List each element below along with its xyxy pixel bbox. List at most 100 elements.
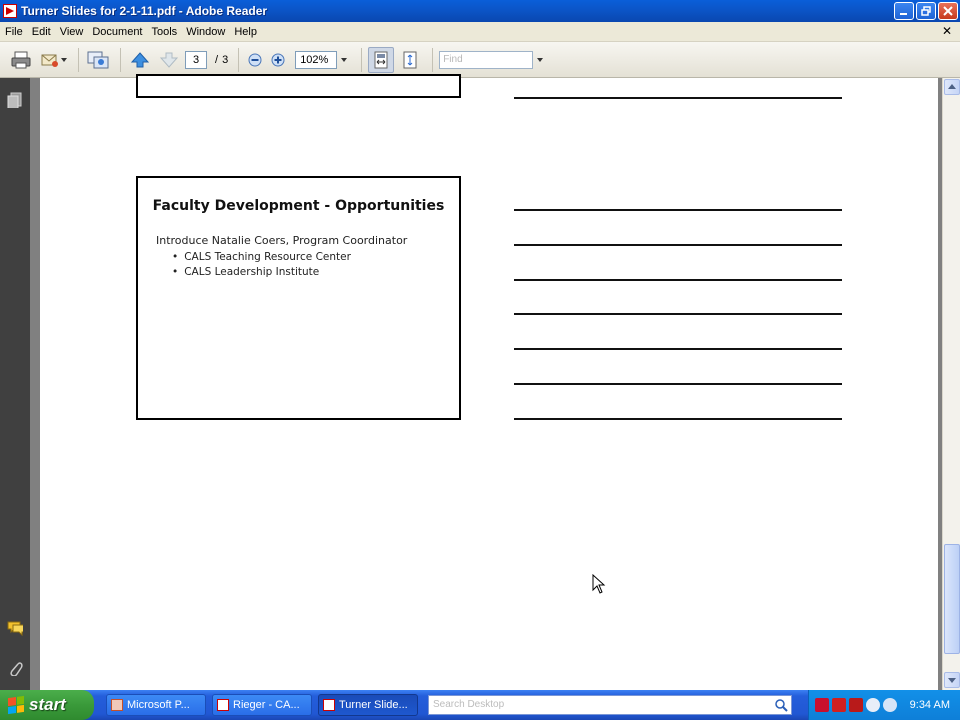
menu-tools[interactable]: Tools	[149, 26, 184, 38]
document-close-icon[interactable]: ✕	[942, 24, 952, 38]
paperclip-icon[interactable]	[7, 660, 23, 676]
note-line	[514, 418, 842, 420]
taskbar-item-label: Rieger - CA...	[233, 699, 300, 711]
slide-bullet: CALS Teaching Resource Center	[172, 251, 459, 263]
fit-width-icon	[374, 51, 388, 68]
adobe-tray-icon[interactable]	[815, 698, 829, 712]
note-line	[514, 313, 842, 315]
menu-bar: File Edit View Document Tools Window Hel…	[0, 22, 960, 42]
zoom-out-button[interactable]	[245, 47, 265, 73]
toolbar: 3 / 3 102% Find	[0, 42, 960, 78]
zoom-out-icon	[248, 53, 262, 66]
toolbar-separator	[361, 47, 363, 72]
taskbar-item-powerpoint[interactable]: Microsoft P...	[106, 694, 206, 716]
slide-title: Faculty Development - Opportunities	[152, 198, 445, 214]
toolbar-separator	[238, 47, 240, 72]
toolbar-separator	[120, 47, 121, 72]
taskbar-item-label: Microsoft P...	[127, 699, 190, 711]
zoom-in-icon	[271, 53, 285, 66]
note-line	[514, 244, 842, 246]
fit-width-button[interactable]	[368, 46, 395, 73]
arrow-up-icon	[130, 51, 150, 67]
page-separator: /	[215, 53, 219, 66]
network-icon[interactable]	[866, 698, 880, 712]
shield-icon[interactable]	[849, 698, 863, 712]
zoom-level-input[interactable]: 102%	[295, 50, 338, 69]
title-bar[interactable]: Turner Slides for 2-1-11.pdf - Adobe Rea…	[0, 0, 960, 22]
powerpoint-icon	[111, 699, 123, 711]
minimize-button[interactable]	[894, 2, 914, 20]
navigation-pane	[0, 78, 30, 690]
print-button[interactable]	[8, 47, 34, 73]
toolbar-separator	[78, 47, 79, 72]
note-line	[514, 348, 842, 350]
scroll-up-button[interactable]	[944, 79, 960, 95]
collaborate-icon	[87, 51, 109, 68]
document-view[interactable]: Faculty Development - Opportunities Intr…	[30, 74, 942, 690]
note-line	[514, 209, 842, 211]
arrow-down-icon	[159, 52, 179, 68]
menu-edit[interactable]: Edit	[29, 26, 57, 38]
printer-icon	[11, 51, 31, 68]
pages-icon[interactable]	[7, 92, 23, 108]
start-label: start	[29, 695, 66, 714]
slide-bullet: CALS Leadership Institute	[172, 266, 459, 278]
find-input[interactable]: Find	[439, 50, 534, 69]
restore-icon	[921, 6, 931, 16]
page-number-input[interactable]: 3	[185, 50, 207, 69]
menu-file[interactable]: File	[2, 26, 29, 38]
menu-document[interactable]: Document	[89, 26, 148, 38]
close-button[interactable]	[938, 2, 958, 20]
volume-icon[interactable]	[883, 698, 897, 712]
taskbar-item-turner-slides[interactable]: Turner Slide...	[318, 694, 418, 716]
menu-view[interactable]: View	[57, 26, 90, 38]
adobe-reader-icon	[217, 699, 229, 711]
vertical-scrollbar[interactable]	[942, 78, 960, 690]
note-line	[514, 383, 842, 385]
start-button[interactable]: start	[0, 690, 94, 720]
taskbar: start Microsoft P... Rieger - CA... Turn…	[0, 690, 960, 720]
menu-help[interactable]: Help	[231, 26, 263, 38]
envelope-icon	[41, 54, 58, 67]
page-total: 3	[222, 53, 229, 66]
restore-button[interactable]	[916, 2, 936, 20]
previous-page-button[interactable]	[127, 47, 153, 73]
note-line	[514, 97, 842, 99]
windows-logo-icon	[8, 695, 24, 715]
minimize-icon	[900, 13, 907, 15]
adobe-reader-icon	[323, 699, 335, 711]
search-icon[interactable]	[773, 697, 789, 713]
note-line	[514, 279, 842, 281]
adobe-reader-icon	[3, 4, 17, 18]
scrollbar-thumb[interactable]	[944, 544, 960, 654]
chevron-down-icon	[948, 678, 956, 683]
taskbar-item-label: Turner Slide...	[339, 699, 408, 711]
slide-bullet-list: CALS Teaching Resource Center CALS Leade…	[172, 251, 459, 278]
zoom-dropdown-icon[interactable]	[341, 57, 348, 62]
zoom-in-button[interactable]	[268, 47, 288, 73]
scroll-down-button[interactable]	[944, 672, 960, 688]
comments-icon[interactable]	[7, 620, 23, 636]
fit-page-icon	[403, 51, 417, 68]
pdf-page: Faculty Development - Opportunities Intr…	[40, 74, 938, 690]
next-page-button[interactable]	[156, 47, 182, 73]
search-placeholder: Search Desktop	[433, 699, 505, 710]
slide-thumbnail-previous	[136, 74, 461, 98]
fit-page-button[interactable]	[397, 47, 423, 73]
mouse-cursor-icon	[592, 574, 606, 594]
window-title: Turner Slides for 2-1-11.pdf - Adobe Rea…	[21, 4, 268, 18]
slide-thumbnail: Faculty Development - Opportunities Intr…	[136, 176, 461, 420]
collaborate-button[interactable]	[85, 47, 111, 73]
taskbar-item-rieger[interactable]: Rieger - CA...	[212, 694, 312, 716]
toolbar-separator	[432, 47, 434, 72]
close-icon	[943, 6, 953, 16]
menu-window[interactable]: Window	[183, 26, 231, 38]
system-tray: 9:34 AM	[808, 690, 960, 720]
ati-tray-icon[interactable]	[832, 698, 846, 712]
desktop-search-input[interactable]: Search Desktop	[428, 695, 792, 715]
chevron-down-icon	[60, 57, 67, 62]
clock[interactable]: 9:34 AM	[910, 699, 950, 711]
find-dropdown-icon[interactable]	[537, 57, 544, 62]
slide-subtitle: Introduce Natalie Coers, Program Coordin…	[156, 234, 408, 247]
email-button[interactable]	[37, 47, 69, 73]
